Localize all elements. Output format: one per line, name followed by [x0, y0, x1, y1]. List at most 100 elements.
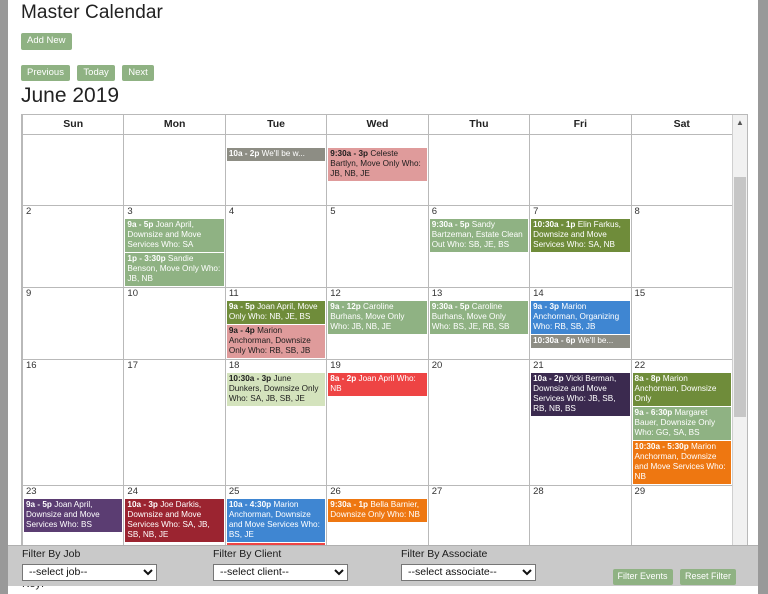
event-time: 9a - 3p — [533, 301, 560, 311]
scrollbar-thumb[interactable] — [734, 177, 746, 417]
event-time: 10a - 2p — [533, 373, 564, 383]
calendar-event[interactable]: 9:30a - 5p Caroline Burhans, Move Only W… — [429, 300, 529, 334]
event-time: 9a - 12p — [330, 301, 361, 311]
calendar-day-cell[interactable]: 8 — [630, 205, 734, 288]
calendar-event[interactable]: 9:30a - 5p Sandy Bartzeman, Estate Clean… — [429, 218, 529, 252]
reset-filter-button[interactable]: Reset Filter — [679, 569, 736, 585]
day-events: 10:30a - 1p Elin Farkus, Downsize and Mo… — [531, 218, 630, 252]
calendar-day-cell[interactable]: 2 — [21, 205, 125, 288]
calendar-event[interactable]: 9a - 4p Marion Anchorman, Downsize Only … — [226, 324, 326, 358]
event-time: 10:30a - 5:30p — [634, 441, 689, 451]
calendar-event[interactable]: 10a - 4:30p Marion Anchorman, Downsize a… — [226, 498, 326, 542]
calendar-day-cell[interactable]: 17 — [123, 358, 226, 486]
calendar-day-cell[interactable]: 3 9a - 5p Joan April, Downsize and Move S… — [123, 205, 226, 288]
today-button[interactable]: Today — [77, 64, 115, 81]
calendar-event[interactable]: 10:30a - 3p June Dunkers, Downsize Only … — [226, 372, 326, 406]
day-number: 25 — [228, 485, 240, 497]
event-time: 8a - 8p — [634, 373, 661, 383]
calendar-container: Sun Mon Tue Wed Thu Fri Sat 10a - 2p We'll be … — [21, 114, 748, 569]
day-events: 9:30a - 5p Caroline Burhans, Move Only W… — [429, 300, 529, 334]
calendar-event[interactable]: 10a - 3p Joe Darkis, Downsize and Move S… — [125, 498, 224, 542]
calendar-event[interactable]: 9a - 5p Joan April, Move Only Who: NB, J… — [226, 300, 326, 324]
calendar-day-cell[interactable]: 13 9:30a - 5p Caroline Burhans, Move Only… — [427, 286, 531, 360]
calendar-event[interactable]: 9a - 5p Joan April, Downsize and Move Se… — [125, 218, 224, 252]
calendar-day-cell[interactable] — [427, 134, 531, 206]
calendar-day-cell[interactable] — [21, 134, 125, 206]
event-time: 10a - 3p — [127, 499, 158, 509]
calendar-day-cell[interactable]: 10a - 2p We'll be w... — [224, 134, 328, 206]
calendar-day-cell[interactable]: 20 — [427, 358, 531, 486]
filter-associate-label: Filter By Associate — [401, 548, 488, 560]
calendar-header-fri: Fri — [529, 115, 632, 135]
calendar-day-cell[interactable]: 18 10:30a - 3p June Dunkers, Downsize Onl… — [224, 358, 328, 486]
calendar-event[interactable]: 1p - 3:30p Sandie Benson, Move Only Who:… — [125, 252, 224, 286]
calendar-scrollbar[interactable]: ▲ ▼ — [732, 115, 747, 568]
day-events: 10:30a - 3p June Dunkers, Downsize Only … — [226, 372, 326, 406]
filter-client-select[interactable]: --select client-- — [213, 563, 348, 581]
event-time: 10a - 2p — [228, 148, 260, 158]
calendar-day-cell[interactable]: 9:30a - 3p Celeste Bartlyn, Move Only Wh… — [326, 134, 429, 206]
filter-job-select[interactable]: --select job-- — [22, 563, 157, 581]
event-time: 9a - 4p — [228, 325, 255, 335]
add-new-button[interactable]: Add New — [21, 33, 72, 50]
right-edge-strip — [758, 0, 768, 594]
calendar-day-cell[interactable]: 9 — [21, 286, 125, 360]
day-number — [632, 136, 731, 148]
calendar-event[interactable]: 10a - 2p We'll be w... — [226, 147, 326, 161]
day-number: 21 — [533, 359, 544, 371]
calendar-day-cell[interactable]: 16 — [21, 358, 125, 486]
calendar-event[interactable]: 9a - 5p Joan April, Downsize and Move Se… — [24, 498, 123, 532]
calendar-day-cell[interactable] — [123, 134, 226, 206]
day-number: 9 — [26, 287, 32, 299]
calendar-day-cell[interactable]: 5 — [326, 205, 429, 288]
calendar-day-cell[interactable]: 21 10a - 2p Vicki Berman, Downsize and Mo… — [529, 358, 632, 486]
filter-job-label: Filter By Job — [22, 548, 81, 560]
calendar-day-cell[interactable]: 19 8a - 2p Joan April Who: NB — [326, 358, 429, 486]
calendar-event[interactable]: 10:30a - 5:30p Marion Anchorman, Downsiz… — [632, 440, 731, 484]
calendar-day-cell[interactable]: 7 10:30a - 1p Elin Farkus, Downsize and M… — [529, 205, 632, 288]
calendar-day-cell[interactable] — [529, 134, 632, 206]
calendar-day-cell[interactable]: 22 8a - 8p Marion Anchorman, Downsize Onl… — [630, 358, 734, 486]
day-events: 10a - 2p Vicki Berman, Downsize and Move… — [531, 372, 630, 416]
day-number: 16 — [26, 359, 37, 371]
day-events: 9:30a - 5p Sandy Bartzeman, Estate Clean… — [429, 218, 529, 252]
calendar-page: Master Calendar Add New Previous Today N… — [0, 0, 768, 594]
day-number: 23 — [26, 485, 37, 497]
calendar-event[interactable]: 8a - 8p Marion Anchorman, Downsize Only — [632, 372, 731, 406]
calendar-day-cell[interactable]: 15 — [630, 286, 734, 360]
calendar-event[interactable]: 10:30a - 1p Elin Farkus, Downsize and Mo… — [531, 218, 630, 252]
calendar-event[interactable]: 9a - 3p Marion Anchorman, Organizing Who… — [531, 300, 630, 334]
calendar-event[interactable]: 10a - 2p Vicki Berman, Downsize and Move… — [531, 372, 630, 416]
day-number: 17 — [127, 359, 138, 371]
day-number: 29 — [634, 485, 646, 497]
day-number: 6 — [431, 206, 437, 217]
calendar-body: 10a - 2p We'll be w... 9:30a - 3p Celest… — [21, 134, 734, 568]
day-number: 27 — [431, 485, 443, 497]
calendar-event[interactable]: 9:30a - 1p Bella Barnier, Downsize Only … — [328, 498, 427, 522]
calendar-event[interactable]: 9a - 6:30p Margaret Bauer, Downsize Only… — [632, 406, 731, 440]
next-button[interactable]: Next — [122, 64, 154, 81]
calendar-day-cell[interactable]: 4 — [224, 205, 328, 288]
calendar-event[interactable]: 9:30a - 3p Celeste Bartlyn, Move Only Wh… — [328, 147, 427, 181]
calendar-event[interactable]: 10:30a - 6p We'll be... — [531, 334, 630, 348]
calendar-day-cell[interactable]: 14 9a - 3p Marion Anchorman, Organizing W… — [529, 286, 632, 360]
calendar-day-cell[interactable] — [630, 134, 734, 206]
filter-events-button[interactable]: Filter Events — [612, 569, 673, 585]
calendar-day-cell[interactable]: 10 — [123, 286, 226, 360]
event-time: 9:30a - 5p — [431, 219, 470, 229]
calendar-week-row: 2 39a - 5p Joan April, Downsize and Move … — [21, 205, 734, 288]
day-number: 8 — [634, 206, 640, 217]
calendar-day-cell[interactable]: 11 9a - 5p Joan April, Move Only Who: NB,… — [224, 286, 328, 360]
filter-associate-select[interactable]: --select associate-- — [401, 563, 536, 581]
calendar-day-cell[interactable]: 12 9a - 12p Caroline Burhans, Move Only W… — [326, 286, 429, 360]
scroll-up-arrow[interactable]: ▲ — [733, 115, 747, 130]
previous-button[interactable]: Previous — [21, 64, 70, 81]
day-number: 12 — [330, 287, 341, 299]
calendar-event[interactable]: 9a - 12p Caroline Burhans, Move Only Who… — [328, 300, 427, 334]
filter-job-group: Filter By Job --select job-- — [22, 548, 157, 581]
day-number: 4 — [228, 206, 235, 217]
calendar-header-thu: Thu — [427, 115, 531, 135]
calendar-day-cell[interactable]: 6 9:30a - 5p Sandy Bartzeman, Estate Clea… — [427, 205, 531, 288]
calendar-event[interactable]: 8a - 2p Joan April Who: NB — [328, 372, 427, 396]
day-number — [24, 136, 123, 148]
